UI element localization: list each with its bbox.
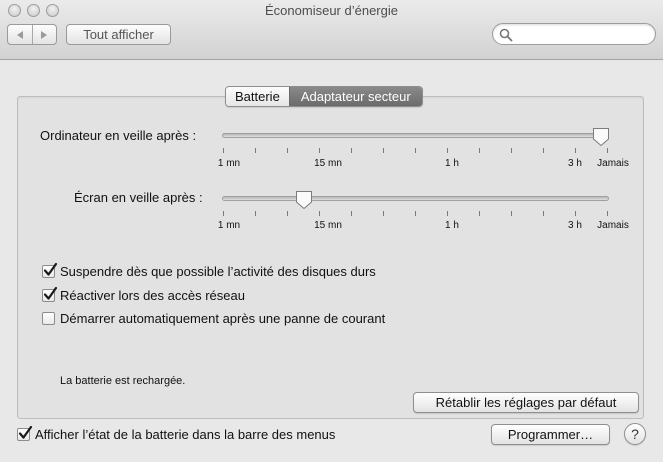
tick: [543, 211, 544, 216]
back-button[interactable]: [8, 25, 32, 44]
tab-power-adapter[interactable]: Adaptateur secteur: [288, 87, 422, 106]
tick-label: 1 h: [445, 158, 459, 169]
spin-down-disks-label[interactable]: Suspendre dès que possible l’activité de…: [60, 264, 376, 279]
tick-label: 1 mn: [217, 220, 241, 231]
restore-defaults-button[interactable]: Rétablir les réglages par défaut: [413, 392, 639, 413]
settings-panel: [17, 96, 644, 419]
restart-power-failure-option[interactable]: Démarrer automatiquement après une panne…: [42, 311, 385, 326]
tick: [447, 148, 448, 153]
tick: [511, 148, 512, 153]
checkmark-icon: [18, 425, 33, 439]
tab-battery[interactable]: Batterie: [226, 87, 289, 106]
tick: [415, 211, 416, 216]
restart-power-failure-label[interactable]: Démarrer automatiquement après une panne…: [60, 311, 385, 326]
tick: [287, 148, 288, 153]
forward-button[interactable]: [31, 25, 57, 44]
tick-label: 15 mn: [314, 220, 342, 231]
search-icon: [499, 28, 513, 42]
tick: [255, 211, 256, 216]
schedule-button[interactable]: Programmer…: [491, 424, 610, 445]
tick: [575, 211, 576, 216]
tick: [575, 148, 576, 153]
computer-sleep-label: Ordinateur en veille après :: [40, 128, 197, 143]
tick: [383, 148, 384, 153]
show-all-button[interactable]: Tout afficher: [66, 24, 171, 45]
tick-label: Jamais: [597, 158, 629, 169]
tick: [607, 211, 608, 216]
checkmark-icon: [43, 286, 58, 300]
spin-down-disks-option[interactable]: Suspendre dès que possible l’activité de…: [42, 262, 376, 279]
tick: [319, 211, 320, 216]
tick: [319, 148, 320, 153]
tick: [415, 148, 416, 153]
show-battery-status-checkbox[interactable]: [17, 425, 33, 441]
tick-label: 1 h: [445, 220, 459, 231]
tick: [511, 211, 512, 216]
display-sleep-label: Écran en veille après :: [74, 190, 203, 205]
tick: [607, 148, 608, 153]
search-field[interactable]: [492, 23, 656, 45]
display-sleep-slider-thumb[interactable]: [295, 190, 313, 210]
tick: [383, 211, 384, 216]
tick-label: 3 h: [568, 220, 582, 231]
help-button[interactable]: ?: [624, 423, 646, 445]
tick: [223, 148, 224, 153]
computer-sleep-slider-thumb[interactable]: [592, 127, 610, 147]
chevron-left-icon: [16, 30, 23, 39]
display-sleep-track[interactable]: [222, 196, 609, 201]
chevron-right-icon: [41, 30, 48, 39]
checkmark-icon: [43, 262, 58, 276]
restart-power-failure-checkbox[interactable]: [42, 312, 55, 325]
tick-label: 15 mn: [314, 158, 342, 169]
show-battery-status-label[interactable]: Afficher l’état de la batterie dans la b…: [35, 427, 335, 442]
wake-network-checkbox[interactable]: [42, 286, 58, 302]
spin-down-disks-checkbox[interactable]: [42, 262, 58, 278]
tick: [287, 211, 288, 216]
tick: [223, 211, 224, 216]
power-source-tabs: Batterie Adaptateur secteur: [225, 86, 423, 107]
tick: [351, 148, 352, 153]
tick: [351, 211, 352, 216]
window-title: Économiseur d’énergie: [265, 3, 398, 18]
window-toolbar: Économiseur d’énergie Tout afficher: [0, 0, 663, 60]
back-forward-control: [7, 24, 57, 45]
tick: [255, 148, 256, 153]
tick: [479, 148, 480, 153]
show-battery-status-option[interactable]: Afficher l’état de la batterie dans la b…: [17, 425, 335, 442]
tick: [447, 211, 448, 216]
tick: [479, 211, 480, 216]
tick: [543, 148, 544, 153]
tick-label: 3 h: [568, 158, 582, 169]
battery-status-text: La batterie est rechargée.: [60, 375, 186, 387]
tick-label: Jamais: [597, 220, 629, 231]
computer-sleep-track[interactable]: [222, 133, 609, 138]
wake-network-label[interactable]: Réactiver lors des accès réseau: [60, 288, 245, 303]
wake-network-option[interactable]: Réactiver lors des accès réseau: [42, 286, 245, 303]
tick-label: 1 mn: [217, 158, 241, 169]
